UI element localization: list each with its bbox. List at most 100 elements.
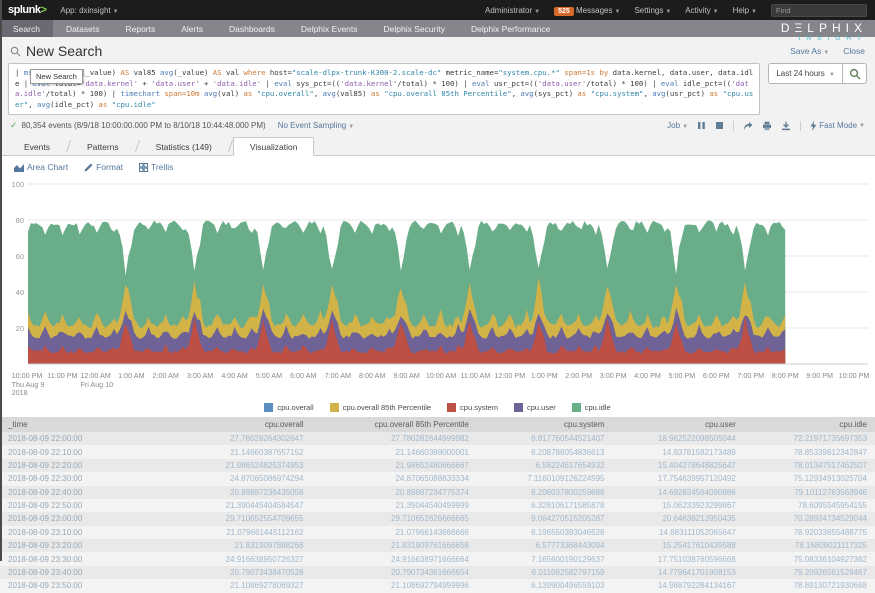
nav-item-search[interactable]: Search (0, 20, 53, 37)
table-cell[interactable]: 21.108692794999996 (312, 579, 477, 592)
job-menu[interactable]: Job▼ (667, 121, 688, 130)
export-button[interactable] (781, 121, 791, 131)
tab-patterns[interactable]: Patterns (71, 138, 135, 155)
table-cell[interactable]: 6.328106171585878 (477, 499, 613, 512)
table-cell[interactable]: 14.968792284134167 (613, 579, 744, 592)
table-cell[interactable]: 2018-08-09 23:40:00 (0, 566, 175, 579)
table-cell[interactable]: 21.10869278069327 (175, 579, 312, 592)
legend-item[interactable]: cpu.user (514, 403, 556, 412)
table-cell[interactable]: 27.780282644999982 (312, 432, 477, 445)
close-button[interactable]: Close (843, 46, 865, 56)
table-cell[interactable]: 21.986524825374953 (175, 459, 312, 472)
table-header-cell[interactable]: cpu.overall 85th Percentile (312, 417, 477, 432)
table-cell[interactable]: 2018-08-09 22:50:00 (0, 499, 175, 512)
table-cell[interactable]: 15.404278648825647 (613, 459, 744, 472)
pause-button[interactable] (697, 121, 706, 130)
table-cell[interactable]: 21.07966143666666 (312, 526, 477, 539)
legend-item[interactable]: cpu.overall (264, 403, 313, 412)
table-cell[interactable]: 2018-08-09 23:20:00 (0, 539, 175, 552)
print-button[interactable] (762, 121, 772, 131)
table-cell[interactable]: 29.710652554709655 (175, 512, 312, 525)
table-cell[interactable]: 2018-08-09 23:00:00 (0, 512, 175, 525)
table-cell[interactable]: 7.165600190129637 (477, 552, 613, 565)
tab-events[interactable]: Events (8, 138, 66, 155)
table-cell[interactable]: 20.79073438470528 (175, 566, 312, 579)
table-cell[interactable]: 20.64638213950435 (613, 512, 744, 525)
table-cell[interactable]: 20.89887236435058 (175, 486, 312, 499)
table-cell[interactable]: 21.390445404584547 (175, 499, 312, 512)
table-cell[interactable]: 78.01347517462507 (744, 459, 875, 472)
table-header-cell[interactable]: _time (0, 417, 175, 432)
table-cell[interactable]: 29.710652626666665 (312, 512, 477, 525)
tab-visualization[interactable]: Visualization (233, 137, 315, 156)
activity-menu[interactable]: Activity▼ (685, 6, 718, 15)
trellis-button[interactable]: Trellis (139, 162, 173, 172)
table-cell[interactable]: 70.28934734529044 (744, 512, 875, 525)
table-header-cell[interactable]: cpu.user (613, 417, 744, 432)
table-cell[interactable]: 2018-08-09 23:30:00 (0, 552, 175, 565)
table-cell[interactable]: 2018-08-09 22:10:00 (0, 445, 175, 458)
legend-item[interactable]: cpu.system (447, 403, 498, 412)
help-menu[interactable]: Help▼ (733, 6, 757, 15)
table-cell[interactable]: 2018-08-09 23:10:00 (0, 526, 175, 539)
table-cell[interactable]: 2018-08-09 22:40:00 (0, 486, 175, 499)
table-header-cell[interactable]: cpu.idle (744, 417, 875, 432)
share-button[interactable] (743, 121, 753, 131)
tab-statistics-149[interactable]: Statistics (149) (140, 138, 228, 155)
table-cell[interactable]: 21.14660389000001 (312, 445, 477, 458)
nav-item-datasets[interactable]: Datasets (53, 20, 113, 37)
table-cell[interactable]: 6.139900496559103 (477, 579, 613, 592)
table-cell[interactable]: 78.92033855488775 (744, 526, 875, 539)
app-menu[interactable]: App: dxinsight▼ (60, 6, 118, 15)
table-cell[interactable]: 78.89130721930668 (744, 579, 875, 592)
table-cell[interactable]: 14.779641701908153 (613, 566, 744, 579)
nav-item-dashboards[interactable]: Dashboards (216, 20, 288, 37)
nav-item-delphix-security[interactable]: Delphix Security (371, 20, 458, 37)
table-cell[interactable]: 72.21971735697353 (744, 432, 875, 445)
chart-canvas[interactable] (0, 178, 875, 370)
table-cell[interactable]: 17.754639957120492 (613, 472, 744, 485)
table-cell[interactable]: 27.78028264302647 (175, 432, 312, 445)
table-cell[interactable]: 21.39044540499999 (312, 499, 477, 512)
nav-item-reports[interactable]: Reports (112, 20, 168, 37)
table-cell[interactable]: 21.079661445112162 (175, 526, 312, 539)
table-cell[interactable]: 2018-08-09 22:00:00 (0, 432, 175, 445)
time-range-picker[interactable]: Last 24 hours ▼ (768, 63, 843, 84)
table-cell[interactable]: 6.208788054836613 (477, 445, 613, 458)
legend-item[interactable]: cpu.idle (572, 403, 611, 412)
nav-item-delphix-events[interactable]: Delphix Events (288, 20, 371, 37)
search-button[interactable] (843, 63, 867, 84)
table-cell[interactable]: 15.06233923299867 (613, 499, 744, 512)
table-cell[interactable]: 18.962522098505044 (613, 432, 744, 445)
table-cell[interactable]: 2018-08-09 22:20:00 (0, 459, 175, 472)
table-cell[interactable]: 14.93781582173489 (613, 445, 744, 458)
chart-type-picker[interactable]: Area Chart (14, 162, 68, 172)
table-cell[interactable]: 78.85339612342847 (744, 445, 875, 458)
format-button[interactable]: Format (84, 162, 123, 172)
table-cell[interactable]: 7.1160109126224595 (477, 472, 613, 485)
table-cell[interactable]: 21.98652480666667 (312, 459, 477, 472)
table-cell[interactable]: 17.751038760596668 (613, 552, 744, 565)
table-cell[interactable]: 6.57773368443094 (477, 539, 613, 552)
event-sampling-menu[interactable]: No Event Sampling▼ (278, 121, 354, 130)
table-cell[interactable]: 24.916638971666664 (312, 552, 477, 565)
table-cell[interactable]: 2018-08-09 22:30:00 (0, 472, 175, 485)
table-cell[interactable]: 6.206037800259688 (477, 486, 613, 499)
search-mode-menu[interactable]: Fast Mode▼ (810, 121, 865, 131)
table-cell[interactable]: 6.011092582797159 (477, 566, 613, 579)
stop-button[interactable] (715, 121, 724, 130)
table-cell[interactable]: 24.87065088833334 (312, 472, 477, 485)
nav-item-alerts[interactable]: Alerts (168, 20, 216, 37)
table-header-cell[interactable]: cpu.system (477, 417, 613, 432)
settings-menu[interactable]: Settings▼ (634, 6, 671, 15)
table-cell[interactable]: 14.883111052065647 (613, 526, 744, 539)
table-cell[interactable]: 24.916638950726327 (175, 552, 312, 565)
table-cell[interactable]: 2018-08-09 23:50:00 (0, 579, 175, 592)
legend-item[interactable]: cpu.overall 85th Percentile (330, 403, 431, 412)
table-cell[interactable]: 24.87065086974294 (175, 472, 312, 485)
save-as-menu[interactable]: Save As▼ (790, 46, 829, 56)
table-cell[interactable]: 75.12934913025704 (744, 472, 875, 485)
table-cell[interactable]: 9.064270515205287 (477, 512, 613, 525)
user-menu[interactable]: Administrator▼ (485, 6, 540, 15)
search-query-input[interactable]: | mstats perc85(_value) AS val85 avg(_va… (8, 63, 760, 115)
